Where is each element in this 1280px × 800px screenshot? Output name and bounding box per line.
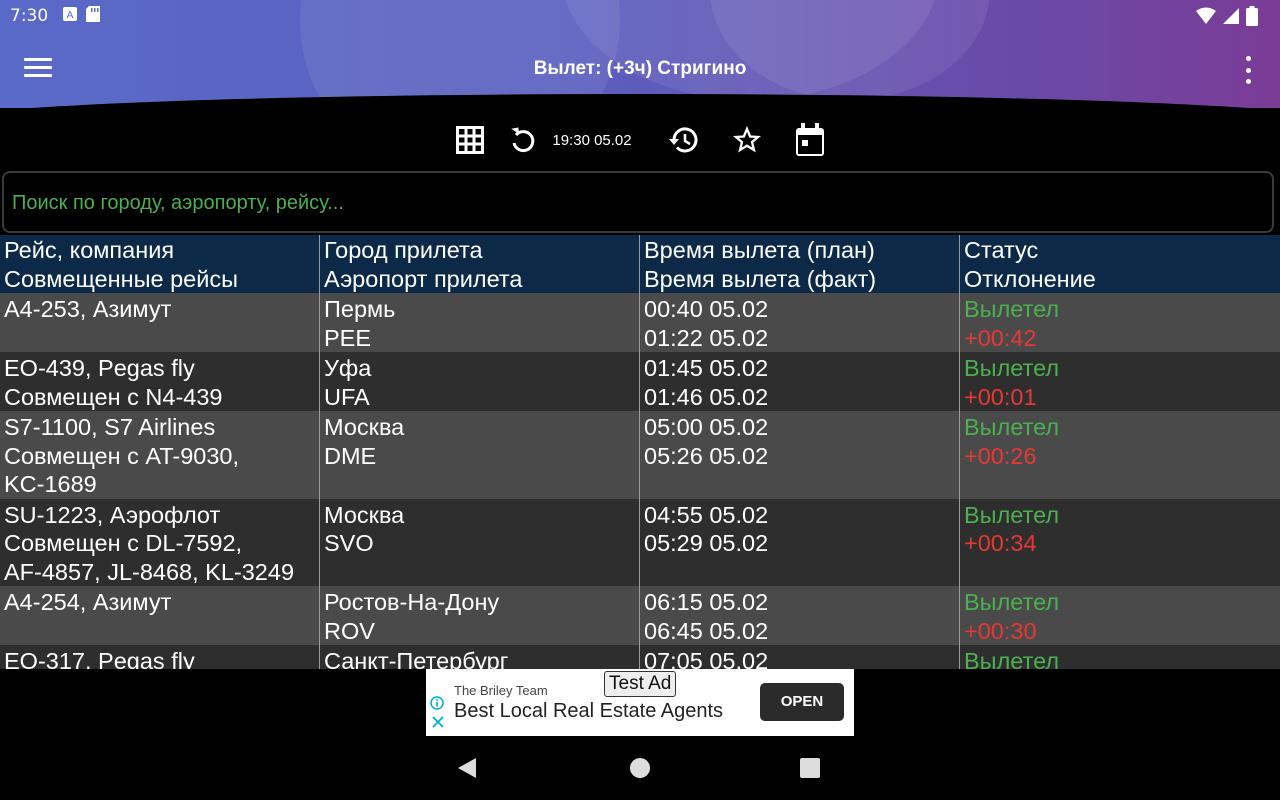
destination-cell: Москва DME [320, 411, 640, 499]
battery-icon [1246, 6, 1258, 31]
page-title: Вылет: (+3ч) Стригино [533, 58, 747, 79]
status-badge: Вылетел [964, 589, 1060, 615]
table-row[interactable]: А4-254, Азимут Ростов-На-Дону ROV 06:15 … [0, 586, 1280, 645]
table-row[interactable]: EO-439, Pegas fly Совмещен с N4-439 Уфа … [0, 352, 1280, 411]
back-icon[interactable] [456, 756, 478, 780]
home-icon[interactable] [629, 757, 651, 779]
flight-cell: S7-1100, S7 Airlines Совмещен с AT-9030,… [0, 411, 320, 499]
time-cell: 07:05 05.02 [640, 645, 960, 669]
table-header: Рейс, компания Совмещенные рейсы Город п… [0, 235, 1280, 293]
ad-open-button[interactable]: OPEN [760, 683, 844, 721]
grid-view-button[interactable] [454, 118, 486, 162]
status-bar: 7:30 A [0, 0, 1280, 32]
favorites-button[interactable] [730, 118, 764, 162]
status-cell: Вылетел +00:01 [960, 352, 1280, 411]
signal-icon [1222, 7, 1240, 30]
delay-value: +00:30 [964, 617, 1037, 644]
status-cell: Вылетел [960, 645, 1280, 669]
toolbar: 19:30 05.02 [0, 118, 1280, 162]
column-header-flight[interactable]: Рейс, компания Совмещенные рейсы [0, 235, 320, 293]
status-cell: Вылетел +00:30 [960, 586, 1280, 645]
destination-cell: Москва SVO [320, 498, 640, 586]
flight-cell: EO-317, Pegas fly [0, 645, 320, 669]
history-button[interactable] [666, 118, 700, 162]
update-timestamp: 19:30 05.02 [552, 131, 632, 149]
ad-info-icon[interactable] [430, 696, 444, 710]
flight-cell: А4-254, Азимут [0, 586, 320, 645]
column-header-time[interactable]: Время вылета (план) Время вылета (факт) [640, 235, 960, 293]
keyboard-notification-icon: A [62, 6, 78, 27]
status-time: 7:30 [10, 6, 49, 26]
calendar-button[interactable] [794, 118, 826, 162]
menu-button[interactable] [24, 58, 52, 80]
destination-cell: Санкт-Петербург [320, 645, 640, 669]
test-ad-badge: Test Ad [604, 671, 677, 697]
ad-headline: Best Local Real Estate Agents [454, 700, 724, 722]
ad-banner[interactable]: The Briley Team Best Local Real Estate A… [426, 669, 854, 736]
column-header-city[interactable]: Город прилета Аэропорт прилета [320, 235, 640, 293]
departures-table: Рейс, компания Совмещенные рейсы Город п… [0, 235, 1280, 669]
wifi-icon [1196, 7, 1216, 30]
time-cell: 05:00 05.02 05:26 05.02 [640, 411, 960, 499]
status-cell: Вылетел +00:34 [960, 499, 1280, 587]
destination-cell: Пермь PEE [320, 293, 640, 352]
column-header-status[interactable]: Статус Отклонение [960, 235, 1280, 293]
search-box [2, 171, 1274, 233]
more-options-button[interactable] [1236, 56, 1260, 84]
status-cell: Вылетел +00:42 [960, 293, 1280, 352]
system-navigation-bar [0, 736, 1280, 800]
flight-cell: EO-439, Pegas fly Совмещен с N4-439 [0, 352, 320, 411]
delay-value: +00:34 [964, 530, 1037, 556]
status-cell: Вылетел +00:26 [960, 411, 1280, 499]
ad-close-icon[interactable] [432, 716, 444, 728]
refresh-button[interactable] [508, 118, 538, 162]
ad-sponsor: The Briley Team [454, 683, 548, 698]
time-cell: 01:45 05.02 01:46 05.02 [640, 352, 960, 411]
delay-value: +00:01 [964, 383, 1037, 410]
time-cell: 04:55 05.02 05:29 05.02 [640, 498, 960, 586]
status-badge: Вылетел [964, 648, 1060, 669]
status-badge: Вылетел [964, 296, 1060, 322]
status-badge: Вылетел [964, 501, 1060, 528]
history-icon [669, 127, 698, 153]
app-bar-curve [0, 94, 1280, 108]
refresh-icon [511, 127, 535, 153]
search-input[interactable] [10, 173, 1264, 233]
delay-value: +00:42 [964, 324, 1037, 351]
status-badge: Вылетел [964, 414, 1060, 440]
time-cell: 00:40 05.02 01:22 05.02 [640, 293, 960, 352]
time-cell: 06:15 05.02 06:45 05.02 [640, 586, 960, 645]
delay-value: +00:26 [964, 442, 1037, 469]
grid-icon [456, 126, 484, 154]
flight-cell: А4-253, Азимут [0, 293, 320, 352]
table-row[interactable]: SU-1223, Аэрофлот Совмещен с DL-7592, AF… [0, 498, 1280, 587]
recents-icon[interactable] [800, 758, 820, 778]
table-row[interactable]: S7-1100, S7 Airlines Совмещен с AT-9030,… [0, 411, 1280, 499]
calendar-icon [796, 123, 824, 156]
flight-cell: SU-1223, Аэрофлот Совмещен с DL-7592, AF… [0, 498, 320, 586]
star-icon [733, 126, 761, 153]
destination-cell: Ростов-На-Дону ROV [320, 586, 640, 645]
table-row[interactable]: А4-253, Азимут Пермь PEE 00:40 05.02 01:… [0, 293, 1280, 352]
destination-cell: Уфа UFA [320, 352, 640, 411]
sd-card-icon [86, 5, 101, 27]
status-badge: Вылетел [964, 355, 1060, 381]
table-row[interactable]: EO-317, Pegas fly Санкт-Петербург 07:05 … [0, 645, 1280, 669]
svg-text:A: A [67, 10, 74, 21]
